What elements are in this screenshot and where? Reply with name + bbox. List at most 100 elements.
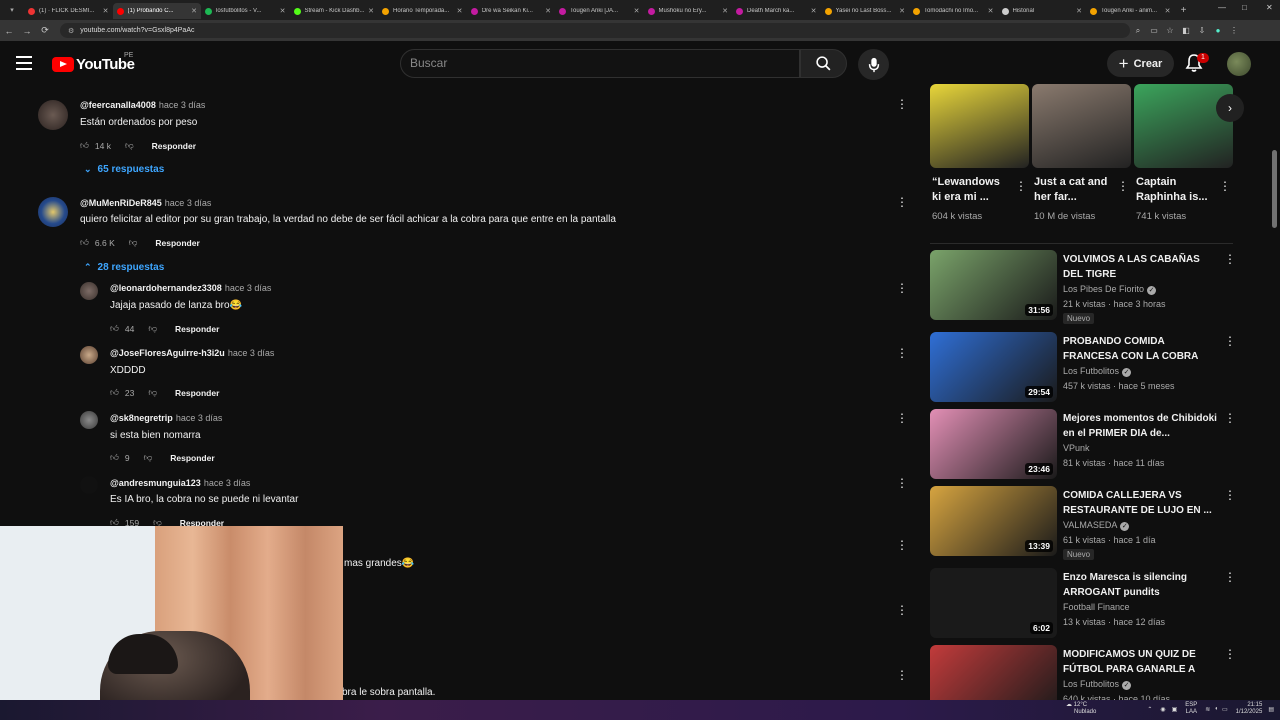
avatar[interactable] bbox=[38, 197, 68, 227]
like-icon[interactable]: 👍︎ bbox=[110, 323, 119, 334]
browser-tab[interactable]: Mushoku no Ery... ✕ bbox=[644, 3, 733, 19]
short-card[interactable]: Captain Raphinha is... 741 k vistas ⋮ bbox=[1134, 84, 1233, 222]
reply-menu-icon[interactable]: ⋮ bbox=[896, 476, 908, 490]
channel-name[interactable]: Football Finance bbox=[1063, 602, 1130, 612]
video-menu-icon[interactable]: ⋮ bbox=[1224, 411, 1236, 425]
browser-tab[interactable]: (1) · FLICK DESMI... ✕ bbox=[24, 3, 113, 19]
short-menu-icon[interactable]: ⋮ bbox=[1015, 179, 1027, 193]
reply-menu-icon[interactable]: ⋮ bbox=[896, 346, 908, 360]
video-thumbnail[interactable]: 31:56 bbox=[930, 250, 1057, 320]
short-card[interactable]: Just a cat and her far... 10 M de vistas… bbox=[1032, 84, 1131, 222]
reply-button[interactable]: Responder bbox=[170, 453, 214, 463]
comment-time[interactable]: hace 3 días bbox=[165, 198, 212, 208]
weather-widget[interactable]: ☁ 12°C Nublado bbox=[1066, 702, 1096, 716]
tab-close-icon[interactable]: ✕ bbox=[1076, 7, 1082, 15]
comment-menu-icon[interactable]: ⋮ bbox=[896, 195, 908, 209]
browser-tab[interactable]: Horario Temporada... ✕ bbox=[378, 3, 467, 19]
browser-tab[interactable]: (1) Probando C... ✕ bbox=[112, 3, 201, 19]
dislike-icon[interactable]: 👎︎ bbox=[148, 323, 157, 334]
tab-close-icon[interactable]: ✕ bbox=[545, 7, 551, 15]
profile-icon[interactable]: ● bbox=[1210, 26, 1226, 35]
reply-menu-icon[interactable]: ⋮ bbox=[896, 603, 908, 617]
avatar[interactable] bbox=[80, 282, 98, 300]
tab-search-icon[interactable]: ▾ bbox=[0, 0, 24, 20]
video-thumbnail[interactable]: 23:46 bbox=[930, 409, 1057, 479]
browser-tab[interactable]: Tomodachi no Imo... ✕ bbox=[909, 3, 998, 19]
comment-time[interactable]: hace 3 días bbox=[159, 100, 206, 110]
search-button[interactable] bbox=[800, 49, 847, 78]
dislike-icon[interactable]: 👎︎ bbox=[148, 387, 157, 398]
download-icon[interactable]: ⇩ bbox=[1194, 26, 1210, 35]
short-title[interactable]: Just a cat and her far... bbox=[1034, 175, 1114, 205]
avatar[interactable] bbox=[80, 346, 98, 364]
short-title[interactable]: Captain Raphinha is... bbox=[1136, 175, 1216, 205]
tab-close-icon[interactable]: ✕ bbox=[457, 7, 463, 15]
recommended-video[interactable]: 6:02 Enzo Maresca is silencing ARROGANT p… bbox=[930, 568, 1236, 640]
tab-close-icon[interactable]: ✕ bbox=[280, 7, 286, 15]
tab-close-icon[interactable]: ✕ bbox=[634, 7, 640, 15]
video-menu-icon[interactable]: ⋮ bbox=[1224, 488, 1236, 502]
voice-search-button[interactable] bbox=[858, 49, 889, 80]
browser-tab[interactable]: Death March ka... ✕ bbox=[732, 3, 821, 19]
like-icon[interactable]: 👍︎ bbox=[110, 452, 119, 463]
hide-replies-button[interactable]: ⌃ 28 respuestas bbox=[84, 262, 164, 273]
site-info-icon[interactable]: ⚙ bbox=[68, 27, 74, 35]
like-icon[interactable]: 👍︎ bbox=[80, 237, 89, 248]
bookmark-star-icon[interactable]: ☆ bbox=[1162, 26, 1178, 35]
reply-button[interactable]: Responder bbox=[175, 324, 219, 334]
url-field[interactable]: ⚙ youtube.com/watch?v=Gsxl8p4PaAc bbox=[60, 23, 1130, 38]
avatar[interactable] bbox=[80, 411, 98, 429]
tray-chevron-icon[interactable]: ⌃ bbox=[1147, 706, 1152, 713]
reply-time[interactable]: hace 3 días bbox=[176, 413, 223, 423]
reply-time[interactable]: hace 3 días bbox=[228, 348, 275, 358]
comment-author[interactable]: @feercanalla4008 bbox=[80, 100, 156, 110]
wifi-icon[interactable]: ≋ bbox=[1205, 706, 1210, 713]
channel-name[interactable]: VALMASEDA ✓ bbox=[1063, 520, 1130, 531]
close-window-icon[interactable]: ✕ bbox=[1266, 3, 1273, 12]
browser-menu-icon[interactable]: ⋮ bbox=[1226, 26, 1242, 35]
youtube-logo[interactable]: YouTube PE bbox=[52, 52, 135, 73]
shorts-next-button[interactable]: › bbox=[1216, 94, 1244, 122]
maximize-icon[interactable]: □ bbox=[1242, 3, 1247, 12]
language-indicator[interactable]: ESP LAA bbox=[1185, 702, 1197, 716]
search-input[interactable]: Buscar bbox=[400, 49, 800, 78]
video-thumbnail[interactable]: 13:39 bbox=[930, 486, 1057, 556]
show-replies-button[interactable]: ⌄ 65 respuestas bbox=[84, 164, 164, 175]
reply-author[interactable]: @leonardohernandez3308 bbox=[110, 283, 222, 293]
channel-name[interactable]: Los Futbolitos ✓ bbox=[1063, 366, 1132, 377]
recommended-video[interactable]: 29:54 PROBANDO COMIDA FRANCESA CON LA COB… bbox=[930, 332, 1236, 404]
extensions-icon[interactable]: ◧ bbox=[1178, 26, 1194, 35]
short-menu-icon[interactable]: ⋮ bbox=[1219, 179, 1231, 193]
channel-name[interactable]: Los Pibes De Fiorito ✓ bbox=[1063, 284, 1157, 295]
tab-close-icon[interactable]: ✕ bbox=[988, 7, 994, 15]
short-thumbnail[interactable] bbox=[1032, 84, 1131, 168]
cast-icon[interactable]: ▭ bbox=[1146, 26, 1162, 35]
tab-close-icon[interactable]: ✕ bbox=[103, 7, 109, 15]
tab-close-icon[interactable]: ✕ bbox=[722, 7, 728, 15]
reply-menu-icon[interactable]: ⋮ bbox=[896, 281, 908, 295]
new-tab-button[interactable]: + bbox=[1175, 5, 1193, 16]
dislike-icon[interactable]: 👎︎ bbox=[144, 452, 153, 463]
reply-button[interactable]: Responder bbox=[152, 141, 196, 151]
short-title[interactable]: “Lewandows ki era mi ... bbox=[932, 175, 1012, 205]
avatar[interactable] bbox=[80, 476, 98, 494]
reply-author[interactable]: @JoseFloresAguirre-h3i2u bbox=[110, 348, 225, 358]
network-icon[interactable]: ◉ bbox=[1160, 706, 1165, 713]
avatar[interactable] bbox=[38, 100, 68, 130]
create-button[interactable]: + Crear bbox=[1107, 50, 1174, 77]
recommended-video[interactable]: 31:56 VOLVIMOS A LAS CABAÑAS DEL TIGRE Los… bbox=[930, 250, 1236, 324]
recommended-video[interactable]: 23:46 Mejores momentos de Chibidoki en el… bbox=[930, 409, 1236, 481]
video-title[interactable]: COMIDA CALLEJERA VS RESTAURANTE DE LUJO … bbox=[1063, 488, 1218, 518]
short-thumbnail[interactable] bbox=[930, 84, 1029, 168]
minimize-icon[interactable]: — bbox=[1218, 3, 1226, 12]
tab-close-icon[interactable]: ✕ bbox=[899, 7, 905, 15]
video-title[interactable]: PROBANDO COMIDA FRANCESA CON LA COBRA bbox=[1063, 334, 1218, 364]
reply-time[interactable]: hace 3 días bbox=[204, 478, 251, 488]
comment-menu-icon[interactable]: ⋮ bbox=[896, 97, 908, 111]
video-menu-icon[interactable]: ⋮ bbox=[1224, 252, 1236, 266]
browser-tab[interactable]: Tougen Anki - anim... ✕ bbox=[1086, 3, 1175, 19]
clock[interactable]: 21:15 1/12/2025 bbox=[1236, 702, 1263, 716]
reply-menu-icon[interactable]: ⋮ bbox=[896, 668, 908, 682]
tab-close-icon[interactable]: ✕ bbox=[1165, 7, 1171, 15]
browser-tab[interactable]: Historial ✕ bbox=[998, 3, 1087, 19]
